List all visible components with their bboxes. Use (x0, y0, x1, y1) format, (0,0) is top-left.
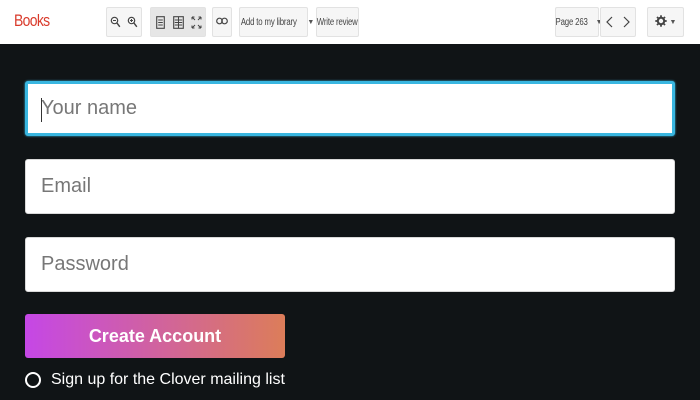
chevron-right-icon[interactable] (619, 16, 635, 28)
fullscreen-icon[interactable] (188, 16, 204, 29)
page-label: Page 263 (555, 16, 589, 28)
zoom-group (106, 7, 142, 37)
books-logo[interactable]: Books (14, 11, 50, 31)
link-button[interactable] (212, 7, 232, 37)
view-mode-group (150, 7, 206, 37)
create-account-button[interactable]: Create Account (25, 314, 285, 358)
gear-icon (654, 14, 667, 30)
chevron-left-icon[interactable] (602, 16, 618, 28)
zoom-out-icon[interactable] (108, 16, 124, 28)
two-page-icon[interactable] (170, 15, 186, 29)
mailing-list-checkbox[interactable] (25, 372, 41, 388)
caret-down-icon: ▼ (307, 18, 315, 26)
password-input[interactable] (25, 237, 675, 292)
zoom-in-icon[interactable] (125, 16, 141, 28)
write-review-button[interactable]: Write review (316, 7, 359, 37)
caret-down-icon: ▼ (669, 18, 677, 26)
email-input[interactable] (25, 159, 675, 214)
settings-button[interactable]: ▼ (647, 7, 684, 37)
mailing-list-label[interactable]: Sign up for the Clover mailing list (51, 371, 285, 389)
text-cursor (41, 98, 42, 122)
reader-toolbar: Books Add to my library ▼ Write review Pa… (0, 0, 700, 44)
add-to-library-button[interactable]: Add to my library ▼ (239, 7, 314, 37)
single-page-icon[interactable] (152, 15, 168, 29)
name-input[interactable] (25, 81, 675, 136)
write-review-label: Write review (317, 16, 358, 28)
add-to-library-label: Add to my library (240, 16, 297, 28)
link-icon (216, 17, 228, 28)
page-nav-group (600, 7, 636, 37)
page-selector[interactable]: Page 263▼ (555, 7, 603, 37)
